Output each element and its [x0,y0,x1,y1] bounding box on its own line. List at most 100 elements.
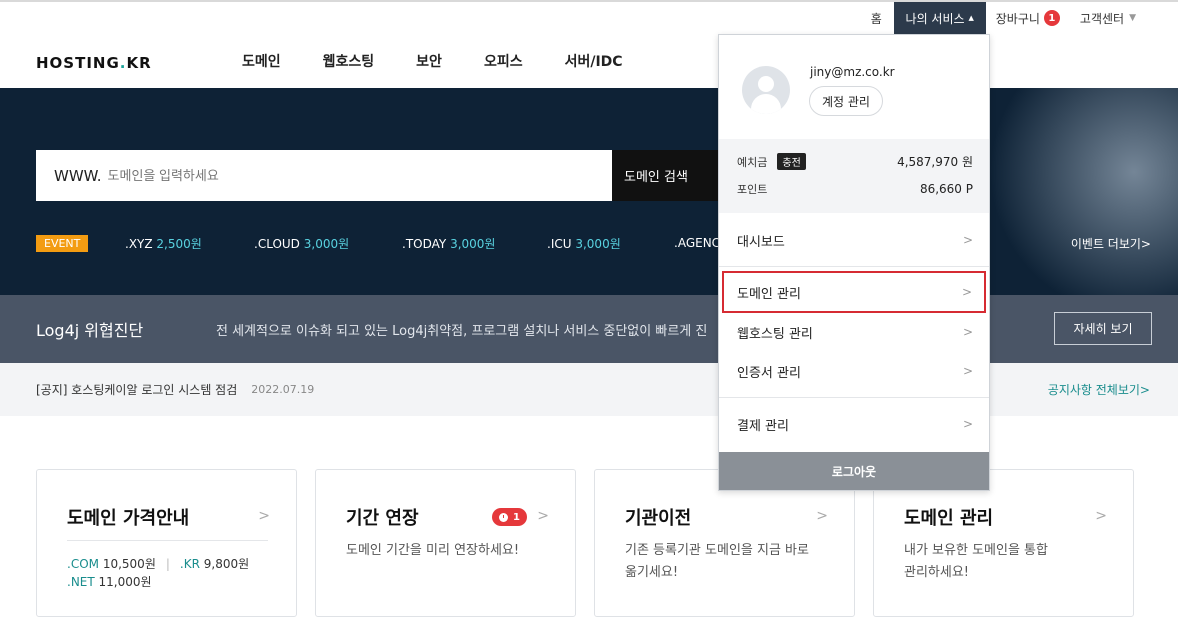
www-prefix: WWW. [54,166,102,185]
my-services-button[interactable]: 나의 서비스 ▲ [893,2,986,34]
log4j-banner: Log4j 위협진단 전 세계적으로 이슈화 되고 있는 Log4j취약점, 프… [0,295,1178,363]
card-desc-line: 옮기세요! [625,565,679,580]
logout-button[interactable]: 로그아웃 [719,452,989,490]
logo-text-b: KR [126,54,152,72]
chevron-right-icon: > [962,325,973,339]
menu-dashboard[interactable]: 대시보드 > [719,221,989,259]
profile-section: jiny@mz.co.kr 계정 관리 [719,35,989,139]
event-tld: .AGENC [674,236,721,250]
chevron-right-icon: > [962,417,973,431]
notice-date: 2022.07.19 [251,383,315,396]
card-description: 기존 등록기관 도메인을 지금 바로옮기세요! [625,540,809,584]
renewal-count: 1 [513,511,520,523]
price-tld: .KR [179,557,200,571]
chevron-right-icon: > [961,285,972,299]
chevron-right-icon: > [816,508,828,524]
menu-label: 대시보드 [737,234,785,250]
event-tld: .ICU [547,236,572,251]
notice-text[interactable]: [공지] 호스팅케이알 로그인 시스템 점검 [36,381,237,398]
avatar [742,66,790,114]
event-price: 3,000원 [575,236,621,251]
cart-link[interactable]: 장바구니 1 [986,2,1070,34]
log4j-title: Log4j 위협진단 [36,321,144,340]
account-manage-button[interactable]: 계정 관리 [809,86,883,116]
notice-more-link[interactable]: 공지사항 전체보기> [1048,381,1150,398]
event-price: 3,000원 [450,236,496,251]
event-tld: .TODAY [402,236,447,251]
deposit-row: 예치금 충전 4,587,970 원 [737,153,973,170]
card-desc-line: 관리하세요! [904,565,970,580]
event-item[interactable]: .TODAY 3,000원 [402,235,495,252]
nav-webhosting[interactable]: 웹호스팅 [323,51,375,71]
nav-server-idc[interactable]: 서버/IDC [565,51,623,71]
event-item[interactable]: .XYZ 2,500원 [125,235,202,252]
deposit-label: 예치금 [737,155,768,169]
menu-label: 인증서 관리 [737,365,801,381]
clock-icon [499,512,509,522]
card-title: 도메인 관리 [904,508,994,529]
card-description: 내가 보유한 도메인을 통합관리하세요! [904,540,1048,584]
price-value: 11,000원 [98,575,152,589]
card-renewal[interactable]: 기간 연장 1 > 도메인 기간을 미리 연장하세요! [315,469,576,617]
menu-domain-manage[interactable]: 도메인 관리 > [722,271,986,313]
card-description: 도메인 기간을 미리 연장하세요! [346,543,520,558]
event-more-link[interactable]: 이벤트 더보기> [1071,235,1151,252]
divider [719,266,989,267]
menu-payment-manage[interactable]: 결제 관리 > [719,405,989,443]
card-desc-line: 기존 등록기관 도메인을 지금 바로 [625,543,809,558]
points-value: 86,660 P [919,182,973,196]
hero-banner: WWW. 도메인 검색 EVENT .XYZ 2,500원 .CLOUD 3,0… [0,88,1178,295]
points-label: 포인트 [737,183,768,196]
home-link[interactable]: 홈 [861,2,894,34]
card-title: 기간 연장 [346,508,419,529]
event-item[interactable]: .ICU 3,000원 [547,235,621,252]
chevron-right-icon: > [537,508,549,524]
price-list: .COM 10,500원 | .KR 9,800원 .NET 11,000원 [67,555,249,591]
card-domain-manage[interactable]: 도메인 관리 > 내가 보유한 도메인을 통합 관리하세요! [873,469,1134,617]
points-row: 포인트 86,660 P [737,181,973,197]
card-domain-pricing[interactable]: 도메인 가격안내 > .COM 10,500원 | .KR 9,800원 .NET … [36,469,297,617]
caret-up-icon: ▲ [968,14,974,22]
cart-label: 장바구니 [995,11,1040,26]
menu-label: 웹호스팅 관리 [737,326,813,342]
card-desc-line: 내가 보유한 도메인을 통합 [904,543,1048,558]
price-tld: .NET [67,575,95,589]
log4j-description: 전 세계적으로 이슈화 되고 있는 Log4j취약점, 프로그램 설치나 서비스… [216,323,708,339]
nav-office[interactable]: 오피스 [484,51,523,71]
event-tld: .XYZ [125,236,153,251]
domain-search-box: WWW. 도메인 검색 [36,150,726,201]
notice-bar: [공지] 호스팅케이알 로그인 시스템 점검 2022.07.19 공지사항 전… [0,363,1178,416]
domain-search-button[interactable]: 도메인 검색 [612,150,726,201]
avatar-head [758,76,774,92]
home-label: 홈 [870,11,882,26]
charge-button[interactable]: 충전 [777,153,806,170]
my-services-label: 나의 서비스 [905,11,965,26]
card-title: 도메인 가격안내 [67,508,190,529]
event-item[interactable]: .AGENC [674,236,720,250]
my-services-dropdown: jiny@mz.co.kr 계정 관리 예치금 충전 4,587,970 원 포인… [718,34,990,491]
event-item[interactable]: .CLOUD 3,000원 [254,235,349,252]
user-email: jiny@mz.co.kr [810,65,895,79]
event-price: 3,000원 [303,236,350,251]
chevron-right-icon: > [962,233,973,247]
renewal-badge: 1 [492,508,527,526]
hero-glow [978,88,1178,295]
caret-down-icon: ▼ [1129,13,1136,23]
site-logo[interactable]: HOSTING.KR [36,54,152,72]
details-button[interactable]: 자세히 보기 [1054,312,1152,345]
menu-label: 도메인 관리 [737,286,801,302]
divider [719,397,989,398]
chevron-right-icon: > [258,508,270,524]
support-link[interactable]: 고객센터 ▼ [1070,2,1178,34]
main-nav: 도메인 웹호스팅 보안 오피스 서버/IDC [242,51,665,71]
chevron-right-icon: > [962,364,973,378]
domain-search-input[interactable] [107,168,558,183]
menu-cert-manage[interactable]: 인증서 관리 > [719,352,989,390]
utility-nav: 홈 나의 서비스 ▲ 장바구니 1 고객센터 ▼ [861,2,1178,34]
avatar-body [751,94,781,114]
nav-domain[interactable]: 도메인 [242,51,281,71]
menu-webhosting-manage[interactable]: 웹호스팅 관리 > [719,313,989,351]
card-transfer[interactable]: 기관이전 > 기존 등록기관 도메인을 지금 바로 옮기세요! [594,469,855,617]
event-price: 2,500원 [156,236,202,251]
nav-security[interactable]: 보안 [416,51,442,71]
